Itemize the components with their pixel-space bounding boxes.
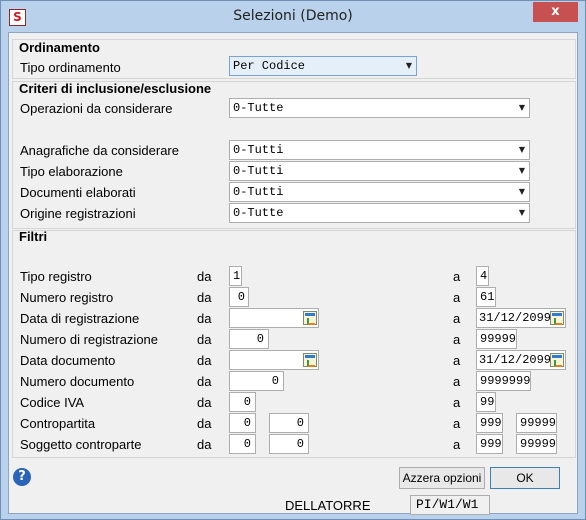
chevron-down-icon: ▼ xyxy=(518,145,525,154)
a-label: a xyxy=(453,332,461,347)
data-registrazione-from-input[interactable] xyxy=(229,308,319,328)
dialog-body: Ordinamento Tipo ordinamento Per Codice … xyxy=(8,32,578,515)
a-label: a xyxy=(453,311,461,326)
contropartita-from-2-input[interactable]: 0 xyxy=(269,413,309,433)
section-title-ordinamento: Ordinamento xyxy=(19,40,100,55)
numero-registro-from-input[interactable]: 0 xyxy=(229,287,249,307)
da-label: da xyxy=(197,437,212,452)
section-title-criteri: Criteri di inclusione/esclusione xyxy=(19,81,212,96)
tipo-registro-label: Tipo registro xyxy=(20,269,92,284)
tipo-registro-to-input[interactable]: 4 xyxy=(476,266,489,286)
window-title: Selezioni (Demo) xyxy=(233,8,353,24)
codice-iva-from-input[interactable]: 0 xyxy=(229,392,256,412)
calendar-icon[interactable] xyxy=(303,353,317,367)
a-label: a xyxy=(453,395,461,410)
contropartita-to-2-input[interactable]: 99999 xyxy=(516,413,557,433)
da-label: da xyxy=(197,395,212,410)
documenti-select[interactable]: 0-Tutti ▼ xyxy=(229,182,530,202)
da-label: da xyxy=(197,290,212,305)
operazioni-value: 0-Tutte xyxy=(233,101,284,115)
soggetto-to-2-input[interactable]: 99999 xyxy=(516,434,557,454)
soggetto-to-1-input[interactable]: 999 xyxy=(476,434,503,454)
status-code: PI/W1/W1 xyxy=(410,495,490,515)
anagrafiche-value: 0-Tutti xyxy=(233,143,284,157)
da-label: da xyxy=(197,353,212,368)
calendar-icon[interactable] xyxy=(303,311,317,325)
anagrafiche-label: Anagrafiche da considerare xyxy=(20,143,179,158)
origine-label: Origine registrazioni xyxy=(20,206,136,221)
soggetto-label: Soggetto controparte xyxy=(20,437,142,452)
numero-registrazione-to-input[interactable]: 99999 xyxy=(476,329,517,349)
numero-documento-to-input[interactable]: 9999999 xyxy=(476,371,531,391)
data-registrazione-label: Data di registrazione xyxy=(20,311,140,326)
operazioni-label: Operazioni da considerare xyxy=(20,101,173,116)
a-label: a xyxy=(453,353,461,368)
data-documento-from-input[interactable] xyxy=(229,350,319,370)
a-label: a xyxy=(453,269,461,284)
calendar-icon[interactable] xyxy=(550,311,564,325)
chevron-down-icon: ▼ xyxy=(518,208,525,217)
a-label: a xyxy=(453,416,461,431)
contropartita-to-1-input[interactable]: 999 xyxy=(476,413,503,433)
da-label: da xyxy=(197,269,212,284)
numero-documento-label: Numero documento xyxy=(20,374,135,389)
operazioni-select[interactable]: 0-Tutte ▼ xyxy=(229,98,530,118)
chevron-down-icon: ▼ xyxy=(518,166,525,175)
da-label: da xyxy=(197,311,212,326)
documenti-value: 0-Tutti xyxy=(233,185,284,199)
dialog-window: S Selezioni (Demo) x Ordinamento Tipo or… xyxy=(0,0,586,520)
data-documento-to-input[interactable]: 31/12/2099 xyxy=(476,350,566,370)
contropartita-label: Contropartita xyxy=(20,416,96,431)
elaborazione-label: Tipo elaborazione xyxy=(20,164,123,179)
soggetto-from-1-input[interactable]: 0 xyxy=(229,434,256,454)
status-user: DELLATORRE xyxy=(285,498,371,513)
a-label: a xyxy=(453,437,461,452)
elaborazione-value: 0-Tutti xyxy=(233,164,284,178)
tipo-registro-from-input[interactable]: 1 xyxy=(229,266,242,286)
a-label: a xyxy=(453,374,461,389)
codice-iva-label: Codice IVA xyxy=(20,395,85,410)
numero-documento-from-input[interactable]: 0 xyxy=(229,371,284,391)
chevron-down-icon: ▼ xyxy=(405,61,412,70)
chevron-down-icon: ▼ xyxy=(518,187,525,196)
tipo-ordinamento-label: Tipo ordinamento xyxy=(20,60,121,75)
data-documento-label: Data documento xyxy=(20,353,116,368)
tipo-ordinamento-select[interactable]: Per Codice ▼ xyxy=(229,56,417,76)
numero-registrazione-label: Numero di registrazione xyxy=(20,332,159,347)
origine-value: 0-Tutte xyxy=(233,206,284,220)
contropartita-from-1-input[interactable]: 0 xyxy=(229,413,256,433)
reset-options-button[interactable]: Azzera opzioni xyxy=(399,467,485,489)
chevron-down-icon: ▼ xyxy=(518,103,525,112)
codice-iva-to-input[interactable]: 99 xyxy=(476,392,496,412)
data-documento-to-value: 31/12/2099 xyxy=(479,353,552,367)
numero-registrazione-from-input[interactable]: 0 xyxy=(229,329,269,349)
documenti-label: Documenti elaborati xyxy=(20,185,136,200)
da-label: da xyxy=(197,374,212,389)
elaborazione-select[interactable]: 0-Tutti ▼ xyxy=(229,161,530,181)
numero-registro-to-input[interactable]: 61 xyxy=(476,287,496,307)
origine-select[interactable]: 0-Tutte ▼ xyxy=(229,203,530,223)
title-bar[interactable]: S Selezioni (Demo) x xyxy=(1,1,585,32)
close-button[interactable]: x xyxy=(533,2,578,22)
data-registrazione-to-value: 31/12/2099 xyxy=(479,311,552,325)
a-label: a xyxy=(453,290,461,305)
da-label: da xyxy=(197,416,212,431)
calendar-icon[interactable] xyxy=(550,353,564,367)
soggetto-from-2-input[interactable]: 0 xyxy=(269,434,309,454)
numero-registro-label: Numero registro xyxy=(20,290,114,305)
data-registrazione-to-input[interactable]: 31/12/2099 xyxy=(476,308,566,328)
ok-button[interactable]: OK xyxy=(490,467,560,489)
help-icon[interactable]: ? xyxy=(13,468,31,486)
da-label: da xyxy=(197,332,212,347)
anagrafiche-select[interactable]: 0-Tutti ▼ xyxy=(229,140,530,160)
section-title-filtri: Filtri xyxy=(19,229,48,244)
tipo-ordinamento-value: Per Codice xyxy=(233,59,306,73)
